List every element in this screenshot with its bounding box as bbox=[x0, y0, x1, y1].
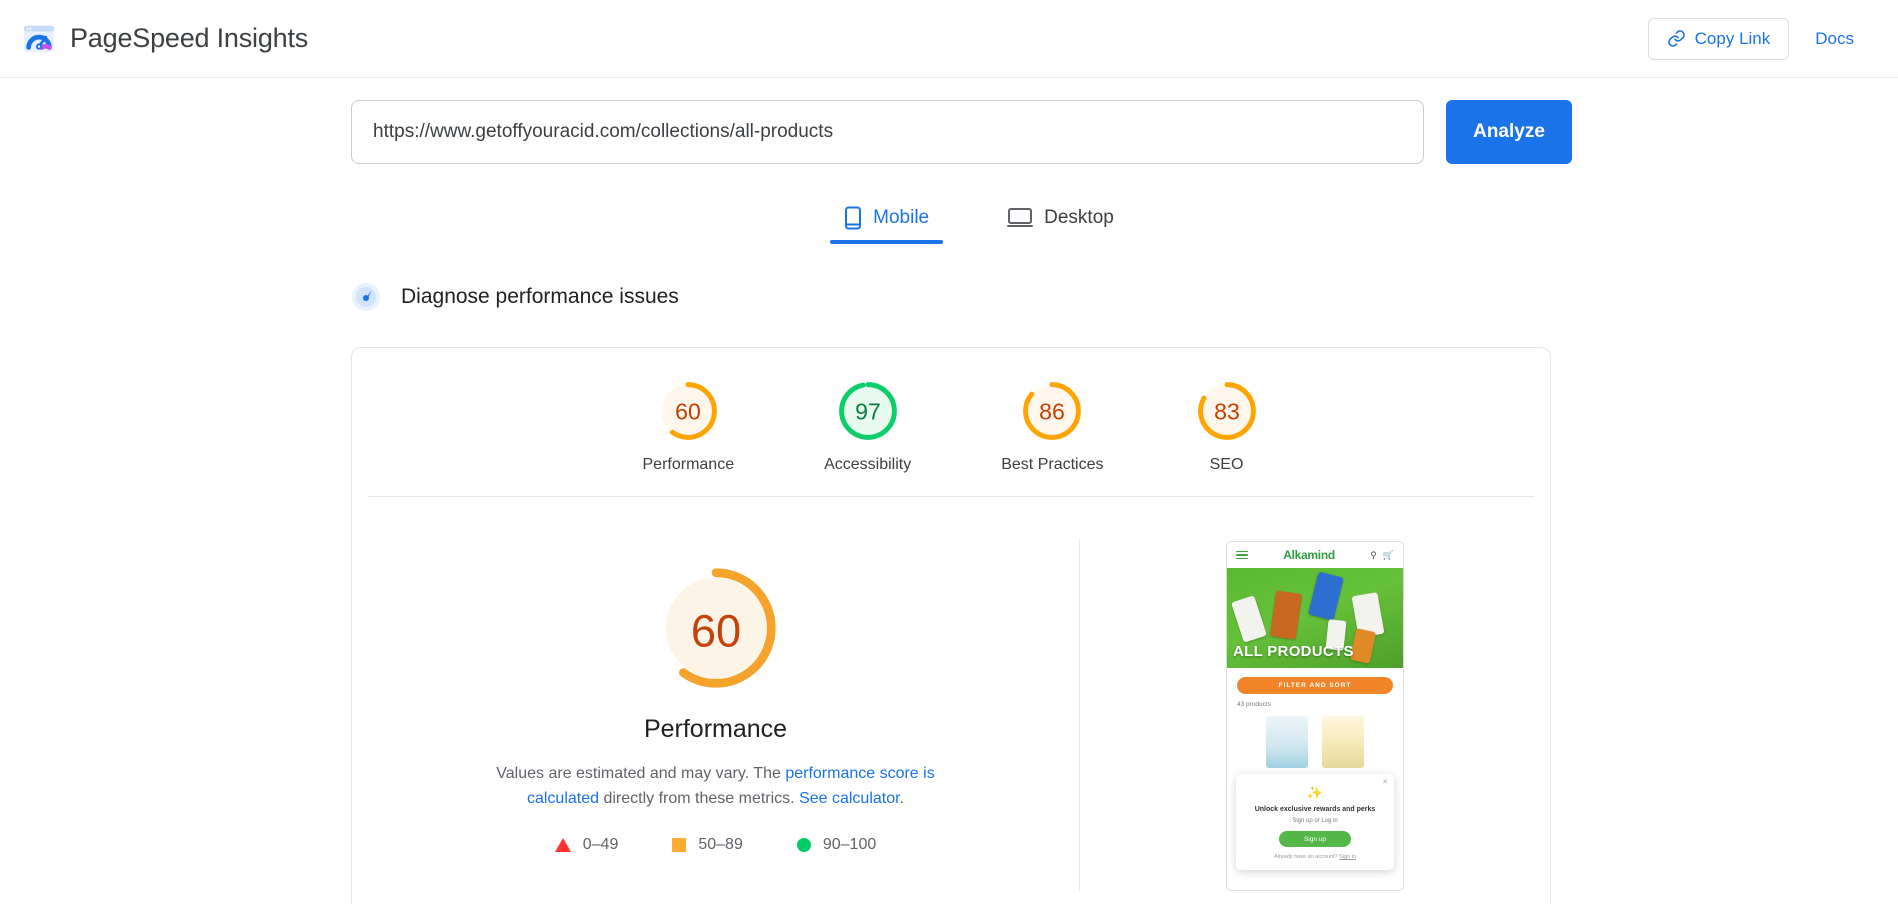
page-screenshot-column: Alkamind ⚲ 🛒 ALL PRODUCTS FILTER AND SOR… bbox=[1080, 539, 1550, 891]
thumb-signin-link: Sign in bbox=[1339, 854, 1356, 860]
score-label-performance: Performance bbox=[642, 456, 735, 473]
score-gauge-best-practices: 86 bbox=[1023, 382, 1082, 440]
card-body: 60 Performance Values are estimated and … bbox=[352, 497, 1550, 904]
triangle-icon bbox=[554, 837, 571, 852]
thumb-hero-title: ALL PRODUCTS bbox=[1233, 643, 1354, 660]
link-icon bbox=[1667, 30, 1685, 47]
performance-title: Performance bbox=[643, 715, 788, 743]
tab-desktop[interactable]: Desktop bbox=[993, 200, 1128, 244]
url-input[interactable] bbox=[351, 100, 1424, 164]
legend-item-poor: 0–49 bbox=[554, 835, 619, 854]
performance-gauge-large: 60 bbox=[655, 568, 776, 688]
thumb-modal-footer: Already have an account? Sign in bbox=[1244, 854, 1386, 860]
mobile-screenshot-thumbnail[interactable]: Alkamind ⚲ 🛒 ALL PRODUCTS FILTER AND SOR… bbox=[1226, 541, 1404, 891]
tab-mobile[interactable]: Mobile bbox=[830, 200, 944, 244]
device-tabs: Mobile Desktop bbox=[0, 200, 1898, 244]
legend-label-good: 90–100 bbox=[822, 835, 877, 853]
score-seo[interactable]: 83 SEO bbox=[1194, 378, 1260, 474]
thumb-modal-footer-prefix: Already have an account? bbox=[1274, 854, 1340, 860]
thumb-product-count: 43 products bbox=[1237, 701, 1271, 708]
score-gauge-accessibility: 97 bbox=[838, 382, 897, 440]
page-title: PageSpeed Insights bbox=[70, 23, 309, 53]
hero-bottle bbox=[1269, 590, 1303, 640]
gauge-needle-icon bbox=[352, 283, 380, 311]
hamburger-menu-icon bbox=[1236, 550, 1248, 560]
legend-label-poor: 0–49 bbox=[582, 835, 619, 853]
circle-icon bbox=[796, 837, 811, 852]
square-icon bbox=[672, 837, 687, 852]
thumb-filter-label: FILTER AND SORT bbox=[1278, 682, 1352, 689]
legend-item-average: 50–89 bbox=[672, 836, 743, 854]
analyze-button[interactable]: Analyze bbox=[1446, 100, 1572, 164]
score-value-performance: 60 bbox=[675, 398, 701, 424]
thumb-signup-button: Sign up bbox=[1279, 831, 1351, 847]
score-accessibility[interactable]: 97 Accessibility bbox=[824, 378, 911, 474]
tab-desktop-label: Desktop bbox=[1044, 207, 1114, 228]
thumb-product-tile bbox=[1266, 716, 1308, 768]
desktop-monitor-icon bbox=[1007, 208, 1034, 227]
thumb-filter-sort-button: FILTER AND SORT bbox=[1237, 677, 1393, 694]
thumb-modal-subtitle: Sign up or Log in bbox=[1292, 818, 1338, 824]
score-label-accessibility: Accessibility bbox=[824, 456, 912, 473]
copy-link-button[interactable]: Copy Link bbox=[1647, 17, 1790, 60]
thumb-hero-banner: ALL PRODUCTS bbox=[1227, 568, 1403, 668]
thumb-modal-title: Unlock exclusive rewards and perks bbox=[1254, 806, 1376, 813]
thumb-product-tile bbox=[1322, 716, 1364, 768]
results-card: 60 Performance 97 Accessibility 86 Best … bbox=[351, 347, 1551, 904]
thumb-site-header: Alkamind ⚲ 🛒 bbox=[1227, 542, 1403, 568]
thumb-product-grid bbox=[1227, 716, 1403, 768]
hero-bottle bbox=[1308, 571, 1344, 621]
note-middle: directly from these metrics. bbox=[599, 789, 800, 807]
tab-mobile-label: Mobile bbox=[873, 207, 930, 228]
pagespeed-gauge-icon bbox=[23, 25, 55, 52]
docs-link[interactable]: Docs bbox=[1815, 29, 1854, 49]
legend-item-good: 90–100 bbox=[796, 835, 877, 854]
performance-note: Values are estimated and may vary. The p… bbox=[466, 762, 966, 812]
see-calculator-link[interactable]: See calculator bbox=[799, 790, 900, 807]
score-value-best-practices: 86 bbox=[1040, 398, 1066, 424]
score-performance[interactable]: 60 Performance bbox=[642, 378, 735, 474]
thumb-signup-modal: ✕ ✨ Unlock exclusive rewards and perks S… bbox=[1236, 774, 1394, 870]
score-label-best-practices: Best Practices bbox=[1001, 456, 1104, 473]
app-header: PageSpeed Insights Copy Link Docs bbox=[0, 0, 1898, 78]
legend-label-average: 50–89 bbox=[698, 835, 743, 853]
performance-score-value: 60 bbox=[690, 605, 740, 656]
score-best-practices[interactable]: 86 Best Practices bbox=[1001, 378, 1104, 474]
score-gauge-seo: 83 bbox=[1197, 382, 1256, 440]
score-gauge-performance: 60 bbox=[659, 382, 718, 440]
score-value-seo: 83 bbox=[1214, 398, 1240, 424]
url-bar: Analyze bbox=[0, 100, 1898, 164]
thumb-brand-label: Alkamind bbox=[1283, 548, 1335, 562]
header-actions: Copy Link Docs bbox=[1647, 17, 1876, 60]
search-icon: ⚲ bbox=[1370, 549, 1377, 560]
shopping-cart-icon: 🛒 bbox=[1382, 549, 1394, 560]
score-legend: 0–49 50–89 90–100 bbox=[554, 835, 877, 854]
performance-detail: 60 Performance Values are estimated and … bbox=[352, 539, 1080, 891]
thumb-signup-label: Sign up bbox=[1303, 835, 1327, 843]
category-score-row: 60 Performance 97 Accessibility 86 Best … bbox=[352, 348, 1550, 496]
mobile-phone-icon bbox=[845, 206, 862, 230]
score-value-accessibility: 97 bbox=[855, 398, 881, 424]
score-label-seo: SEO bbox=[1209, 456, 1244, 473]
copy-link-label: Copy Link bbox=[1694, 28, 1771, 48]
note-prefix: Values are estimated and may vary. The bbox=[496, 765, 786, 782]
note-suffix: . bbox=[899, 789, 905, 807]
brand: PageSpeed Insights bbox=[22, 22, 308, 56]
sparkles-icon: ✨ bbox=[1306, 785, 1324, 800]
diagnose-label: Diagnose performance issues bbox=[401, 285, 679, 308]
close-icon: ✕ bbox=[1382, 779, 1388, 786]
diagnose-section: Diagnose performance issues bbox=[0, 282, 1898, 312]
hero-bottle bbox=[1231, 595, 1267, 643]
